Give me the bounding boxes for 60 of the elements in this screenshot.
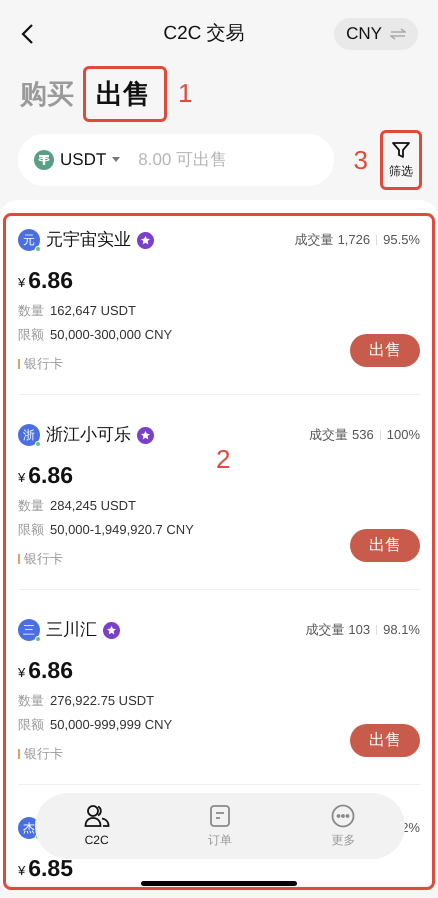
payment-method: 银行卡: [24, 355, 63, 374]
more-icon: [331, 804, 356, 828]
currency-toggle[interactable]: CNY: [334, 18, 418, 50]
swap-icon: [390, 28, 406, 40]
volume-value: 536: [352, 426, 374, 444]
people-icon: [84, 804, 110, 828]
currency-symbol: ¥: [18, 664, 26, 682]
completion-rate: 95.5%: [383, 231, 420, 250]
limit-value: 50,000-1,949,920.7 CNY: [50, 521, 194, 540]
volume-value: 103: [348, 621, 370, 640]
merchant-avatar: 元: [18, 229, 40, 251]
currency-symbol: ¥: [18, 862, 26, 880]
sell-button[interactable]: 出售: [350, 724, 420, 757]
currency-symbol: ¥: [18, 468, 26, 486]
nav-item[interactable]: C2C: [62, 804, 132, 848]
sell-button[interactable]: 出售: [350, 529, 420, 562]
merchant-name[interactable]: 三川汇: [46, 617, 97, 643]
volume-label: 成交量: [305, 621, 344, 640]
amount-label: 数量: [18, 302, 44, 320]
limit-label: 限额: [18, 521, 44, 540]
coin-logo-icon: [34, 150, 54, 170]
filter-button[interactable]: 筛选: [380, 130, 422, 190]
completion-rate: 98.1%: [383, 621, 420, 640]
tab[interactable]: 出售: [96, 74, 150, 114]
merchant-name[interactable]: 元宇宙实业: [46, 227, 131, 253]
payment-method: 银行卡: [24, 550, 63, 568]
price: 6.86: [28, 656, 73, 684]
volume-value: 1,726: [338, 231, 370, 250]
limit-value: 50,000-300,000 CNY: [50, 326, 172, 344]
caret-icon: [112, 157, 120, 163]
price: 6.86: [28, 266, 73, 294]
completion-rate: 100%: [386, 426, 420, 444]
annotation-number: 2: [216, 443, 230, 476]
merchant-name[interactable]: 浙江小可乐: [46, 422, 131, 448]
annotation-number: 3: [354, 144, 368, 176]
price: 6.85: [28, 854, 73, 882]
volume-label: 成交量: [309, 426, 348, 444]
available-balance: 8.00 可出售: [138, 149, 228, 172]
amount-value: 162,647 USDT: [50, 302, 136, 320]
filter-icon: [391, 140, 411, 160]
currency-symbol: ¥: [18, 274, 26, 292]
volume-label: 成交量: [294, 231, 334, 250]
limit-label: 限额: [18, 716, 44, 734]
price: 6.86: [28, 460, 73, 490]
amount-label: 数量: [18, 497, 44, 516]
back-icon[interactable]: [20, 23, 34, 45]
amount-value: 284,245 USDT: [50, 497, 136, 516]
page-title: C2C 交易: [163, 22, 245, 46]
amount-value: 276,922.75 USDT: [50, 692, 154, 710]
document-icon: [208, 804, 231, 828]
coin-name: USDT: [60, 149, 106, 172]
annotation-number: 1: [178, 76, 192, 110]
amount-label: 数量: [18, 692, 44, 710]
asset-selector[interactable]: USDT 8.00 可出售: [18, 134, 334, 186]
merchant-avatar: 浙: [18, 424, 40, 446]
sell-button[interactable]: 出售: [350, 334, 420, 367]
limit-label: 限额: [18, 326, 44, 344]
limit-value: 50,000-999,999 CNY: [50, 716, 172, 734]
payment-method: 银行卡: [24, 745, 63, 764]
merchant-avatar: 三: [18, 619, 40, 641]
